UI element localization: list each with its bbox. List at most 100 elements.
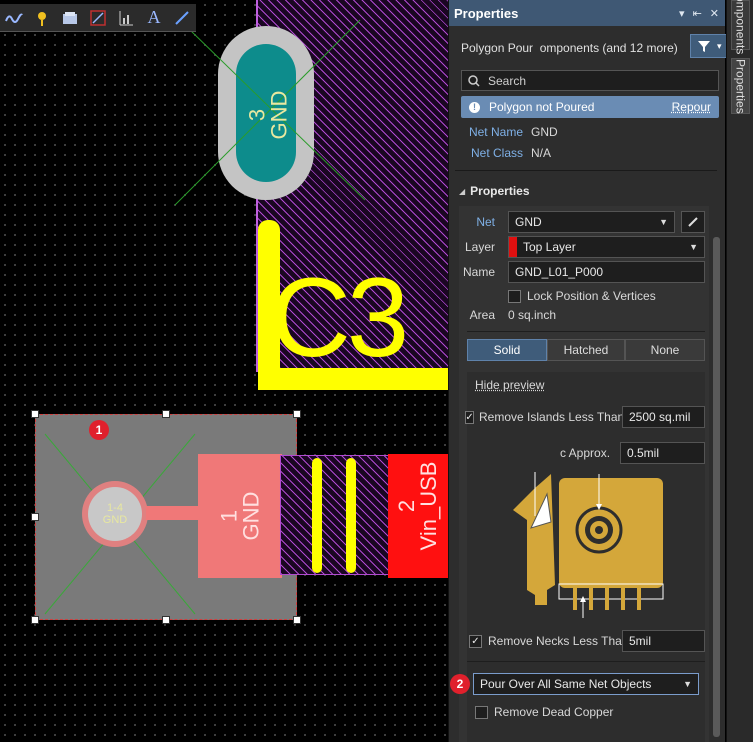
- net-name-label: Net Name: [468, 125, 523, 139]
- tab-components[interactable]: omponents: [731, 0, 750, 55]
- repour-link[interactable]: Repour: [672, 100, 711, 114]
- handle-tl[interactable]: [31, 410, 39, 418]
- handle-br[interactable]: [293, 616, 301, 624]
- arc-approx-value: 0.5mil: [627, 446, 660, 460]
- chart-icon[interactable]: [114, 6, 138, 30]
- lock-checkbox[interactable]: [508, 289, 521, 303]
- pad-left[interactable]: 1-4 GND: [88, 487, 142, 541]
- net-name-value: GND: [531, 125, 558, 139]
- pad-top-number: 3: [243, 108, 269, 122]
- pad-mid-net: GND: [237, 491, 263, 541]
- pad-right-net: Vin_USB: [416, 461, 441, 551]
- trace[interactable]: [146, 506, 202, 520]
- callout-badge-1: 1: [89, 420, 109, 440]
- properties-panel: Properties ▾ ⇤ ✕ Polygon Pour omponents …: [448, 0, 730, 742]
- remove-dead-copper-label: Remove Dead Copper: [494, 705, 614, 719]
- search-input[interactable]: Search: [488, 74, 526, 88]
- callout-badge-2: 2: [450, 674, 470, 694]
- area-value: 0 sq.inch: [508, 308, 557, 322]
- board-icon[interactable]: [58, 6, 82, 30]
- handle-tm[interactable]: [162, 410, 170, 418]
- divider: [455, 170, 717, 171]
- net-dropdown-value: GND: [515, 215, 542, 229]
- pour-over-value: Pour Over All Same Net Objects: [480, 677, 652, 691]
- fill-mode-group: Solid Hatched None: [467, 339, 705, 361]
- area-label: Area: [469, 308, 495, 322]
- eyedropper-button[interactable]: [681, 211, 705, 233]
- chevron-down-icon: ▼: [659, 217, 668, 227]
- eyedropper-icon: [688, 217, 698, 227]
- tab-properties[interactable]: Properties: [731, 58, 750, 114]
- name-field[interactable]: GND_L01_P000: [508, 261, 705, 283]
- handle-bl[interactable]: [31, 616, 39, 624]
- graph-icon[interactable]: [86, 6, 110, 30]
- pad-right-number: 2: [394, 499, 419, 513]
- fill-mode-solid[interactable]: Solid: [467, 339, 547, 361]
- silk-bar-1: [312, 458, 322, 573]
- hide-preview-link[interactable]: Hide preview: [475, 378, 544, 392]
- side-tab-strip: omponents Properties: [726, 0, 753, 742]
- panel-close-icon[interactable]: ✕: [710, 7, 719, 20]
- layer-color-swatch: [509, 237, 517, 257]
- pad-left-net: GND: [102, 514, 128, 526]
- fill-mode-none[interactable]: None: [625, 339, 705, 361]
- keepout-region[interactable]: [280, 455, 390, 575]
- filter-button[interactable]: ▾: [690, 34, 730, 58]
- text-tool-icon[interactable]: A: [142, 6, 166, 30]
- divider: [467, 331, 705, 332]
- remove-islands-checkbox[interactable]: ✓: [465, 410, 474, 424]
- filter-icon: [698, 41, 710, 52]
- layer-label: Layer: [464, 240, 495, 254]
- arc-approx-label: c Approx.: [560, 446, 611, 460]
- pad-right[interactable]: 2 Vin_USB: [388, 454, 448, 578]
- chevron-down-icon: ▼: [689, 242, 698, 252]
- pour-preview-illustration: [513, 472, 664, 618]
- remove-islands-label: Remove Islands Less Than: [479, 410, 625, 424]
- panel-menu-icon[interactable]: ▾: [679, 7, 685, 20]
- pad-left-number: 1-4: [107, 502, 123, 514]
- remove-necks-field[interactable]: 5mil: [622, 630, 705, 652]
- remove-necks-checkbox[interactable]: ✓: [469, 634, 482, 648]
- pcb-canvas[interactable]: C3 3 GND 1 1-4 GND 1 GND 2 Vin_USB A: [0, 0, 448, 742]
- active-bar-toolbar: A: [0, 4, 196, 32]
- net-label: Net: [476, 215, 495, 229]
- info-icon: !: [469, 101, 480, 113]
- net-dropdown[interactable]: GND ▼: [508, 211, 675, 233]
- panel-pin-icon[interactable]: ⇤: [693, 7, 702, 20]
- silk-label-c3: C3: [270, 255, 409, 380]
- handle-bm[interactable]: [162, 616, 170, 624]
- search-box[interactable]: Search: [461, 70, 719, 91]
- lock-label: Lock Position & Vertices: [527, 289, 656, 303]
- handle-tr[interactable]: [293, 410, 301, 418]
- remove-necks-value: 5mil: [629, 634, 652, 648]
- filter-summary: Polygon Pour omponents (and 12 more): [461, 41, 678, 55]
- arc-approx-field[interactable]: 0.5mil: [620, 442, 705, 464]
- panel-header: Properties ▾ ⇤ ✕: [449, 0, 725, 26]
- remove-dead-copper-checkbox[interactable]: [475, 705, 488, 719]
- scrollbar-thumb[interactable]: [713, 237, 720, 737]
- handle-ml[interactable]: [31, 513, 39, 521]
- remove-islands-field[interactable]: 2500 sq.mil: [622, 406, 705, 428]
- panel-title: Properties: [454, 5, 519, 21]
- pad-top-net: GND: [265, 90, 291, 140]
- pad-mid[interactable]: 1 GND: [198, 454, 282, 578]
- collapse-triangle-icon: ◢: [459, 186, 466, 196]
- pour-over-dropdown[interactable]: Pour Over All Same Net Objects ▼: [473, 673, 699, 695]
- divider: [467, 661, 705, 662]
- route-icon[interactable]: [2, 6, 26, 30]
- fill-mode-hatched[interactable]: Hatched: [547, 339, 625, 361]
- pad-top-label: 3 GND: [238, 80, 298, 150]
- pin-icon[interactable]: [30, 6, 54, 30]
- net-class-label: Net Class: [470, 146, 523, 160]
- panel-scrollbar[interactable]: [713, 237, 720, 737]
- section-title: Properties: [470, 184, 530, 198]
- net-class-value: N/A: [531, 146, 552, 160]
- status-bar: ! Polygon not Poured Repour: [461, 96, 719, 118]
- name-label: Name: [462, 265, 495, 279]
- line-tool-icon[interactable]: [170, 6, 194, 30]
- search-icon: [468, 74, 480, 87]
- status-text: Polygon not Poured: [489, 100, 595, 114]
- pad-mid-number: 1: [215, 509, 241, 523]
- properties-section-header[interactable]: ◢ Properties: [459, 182, 530, 200]
- layer-dropdown[interactable]: Top Layer ▼: [508, 236, 705, 258]
